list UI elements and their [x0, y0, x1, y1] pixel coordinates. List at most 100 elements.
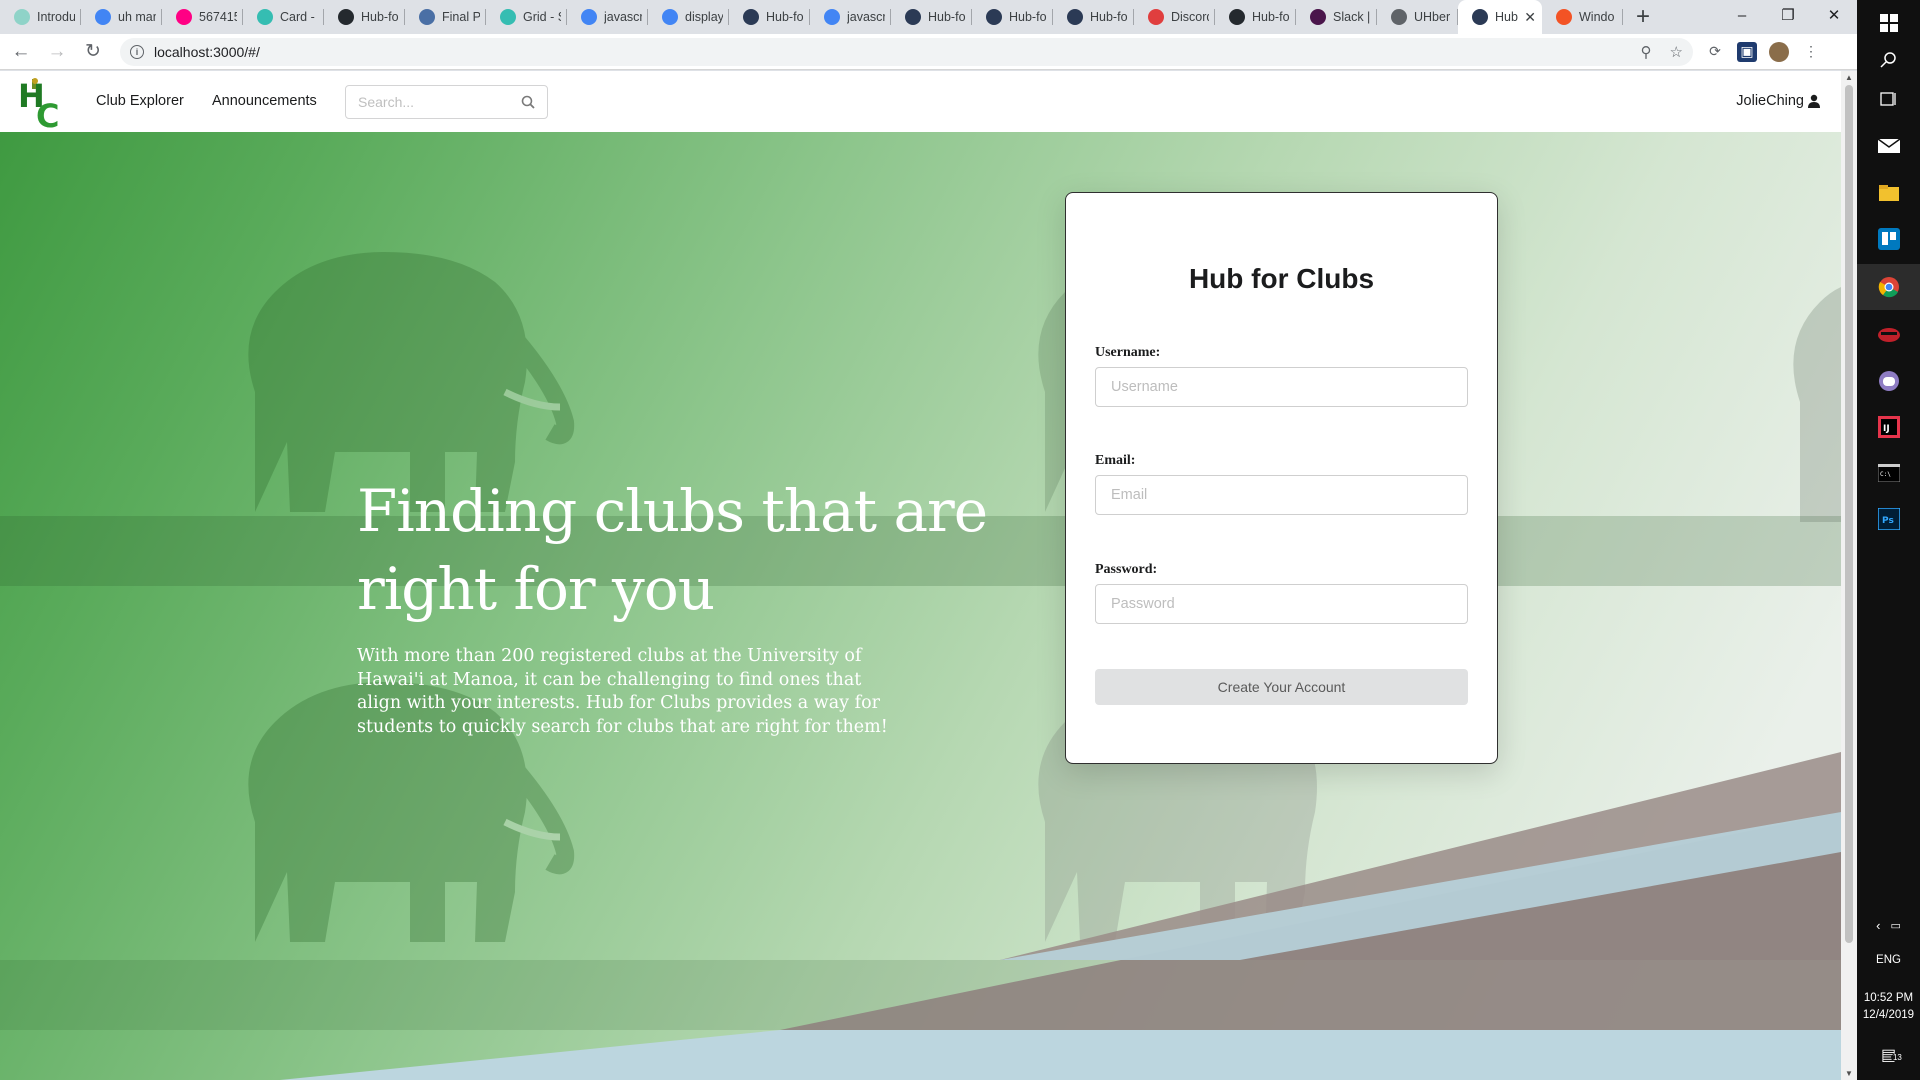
- chrome-icon[interactable]: [1857, 264, 1920, 310]
- email-field-label: Email:: [1095, 453, 1136, 468]
- minimize-icon[interactable]: –: [1719, 0, 1765, 30]
- url-text[interactable]: localhost:3000/#/: [154, 44, 260, 60]
- svg-text:C: C: [36, 97, 59, 129]
- nav-announcements[interactable]: Announcements: [212, 93, 317, 109]
- password-field-label: Password:: [1095, 562, 1158, 577]
- browser-tab[interactable]: Final Pr: [405, 0, 486, 34]
- file-explorer-icon[interactable]: [1857, 170, 1920, 216]
- info-icon[interactable]: i: [130, 44, 144, 59]
- windows-taskbar: IJ C:\ Ps ‹ ▭ ENG 10:52 PM 12/4/2019 ▤ 1…: [1857, 0, 1920, 1080]
- tab-label: Hub-for: [1009, 10, 1047, 24]
- sync-extension-icon[interactable]: ⟳: [1705, 42, 1725, 62]
- page-viewport: H C Club Explorer Announcements JolieChi…: [0, 71, 1841, 1080]
- browser-tab[interactable]: Discord: [1134, 0, 1215, 34]
- profile-avatar-icon[interactable]: [1769, 41, 1789, 62]
- password-field[interactable]: [1095, 584, 1468, 624]
- browser-tab[interactable]: Hub-for: [1215, 0, 1296, 34]
- window-controls: – ❐ ✕: [1719, 0, 1857, 30]
- browser-tab[interactable]: Hub-for: [891, 0, 972, 34]
- tab-label: javascri: [847, 10, 885, 24]
- clock-time[interactable]: 10:52 PM: [1857, 990, 1920, 1006]
- reload-icon[interactable]: ↻: [78, 37, 108, 67]
- browser-tab[interactable]: javascri: [567, 0, 648, 34]
- nav-club-explorer[interactable]: Club Explorer: [96, 93, 184, 109]
- photoshop-icon[interactable]: Ps: [1857, 496, 1920, 542]
- search-icon[interactable]: [521, 95, 535, 109]
- tab-label: Hub-for: [766, 10, 804, 24]
- document-icon: [419, 9, 435, 25]
- tab-label: Slack |: [1333, 10, 1371, 24]
- windows-icon: [1556, 9, 1572, 25]
- key-icon[interactable]: ⚲: [1641, 43, 1652, 61]
- slack-icon: [1310, 9, 1326, 25]
- meteor-icon: [905, 9, 921, 25]
- browser-tab[interactable]: 567415: [162, 0, 243, 34]
- browser-tab[interactable]: UHber: [1377, 0, 1458, 34]
- hub-for-clubs-logo[interactable]: H C: [18, 77, 66, 129]
- browser-tab[interactable]: Hub-for: [324, 0, 405, 34]
- username-field[interactable]: [1095, 367, 1468, 407]
- restore-icon[interactable]: ❐: [1765, 0, 1811, 30]
- task-view-icon[interactable]: [1857, 76, 1920, 122]
- meteor-icon: [743, 9, 759, 25]
- meteor-icon: [986, 9, 1002, 25]
- google-icon: [581, 9, 597, 25]
- browser-tab[interactable]: Card - S: [243, 0, 324, 34]
- tab-label: Discord: [1171, 10, 1209, 24]
- address-bar[interactable]: i localhost:3000/#/ ⚲ ☆: [120, 37, 1693, 66]
- browser-tab[interactable]: Slack |: [1296, 0, 1377, 34]
- close-tab-icon[interactable]: ✕: [1524, 9, 1536, 26]
- tab-label: Hub-for: [928, 10, 966, 24]
- tab-label: Card - S: [280, 10, 318, 24]
- hero-description: With more than 200 registered clubs at t…: [357, 646, 888, 737]
- discord-icon[interactable]: [1857, 358, 1920, 404]
- mail-icon[interactable]: [1857, 122, 1920, 168]
- browser-tab[interactable]: Grid - S: [486, 0, 567, 34]
- system-tray-expand-icon[interactable]: ‹ ▭: [1857, 910, 1920, 940]
- hero-headline: Finding clubs that are right for you: [357, 477, 988, 623]
- email-field[interactable]: [1095, 475, 1468, 515]
- forward-icon[interactable]: →: [42, 37, 72, 67]
- trello-icon[interactable]: [1857, 216, 1920, 262]
- game-app-icon[interactable]: [1857, 312, 1920, 358]
- svg-text:Ps: Ps: [1882, 516, 1894, 526]
- tab-label: Hub-for: [1252, 10, 1290, 24]
- language-indicator[interactable]: ENG: [1857, 952, 1920, 968]
- browser-tab[interactable]: Hub ✕: [1458, 0, 1542, 34]
- extension-icon[interactable]: ▣: [1737, 41, 1757, 62]
- google-icon: [662, 9, 678, 25]
- scroll-up-icon[interactable]: ▲: [1845, 73, 1853, 82]
- browser-tab[interactable]: Hub-for: [1053, 0, 1134, 34]
- clock-date[interactable]: 12/4/2019: [1857, 1007, 1920, 1023]
- search-input[interactable]: [358, 94, 518, 110]
- site-navbar: H C Club Explorer Announcements JolieChi…: [0, 71, 1841, 132]
- codepen-icon: [14, 9, 30, 25]
- battery-icon: ▭: [1890, 919, 1901, 932]
- page-scrollbar[interactable]: ▲ ▼: [1841, 71, 1857, 1080]
- new-tab-button[interactable]: +: [1623, 0, 1663, 34]
- intellij-icon[interactable]: IJ: [1857, 404, 1920, 450]
- meteor-icon: [1472, 9, 1488, 25]
- scroll-down-icon[interactable]: ▼: [1845, 1069, 1853, 1078]
- browser-tab[interactable]: javascri: [810, 0, 891, 34]
- tab-label: Final Pr: [442, 10, 480, 24]
- user-menu[interactable]: JolieChing: [1736, 93, 1821, 109]
- back-icon[interactable]: ←: [6, 37, 36, 67]
- meteor-icon: [1067, 9, 1083, 25]
- terminal-icon[interactable]: C:\: [1857, 450, 1920, 496]
- scrollbar-thumb[interactable]: [1845, 85, 1853, 943]
- bookmark-star-icon[interactable]: ☆: [1670, 43, 1683, 61]
- notification-center-icon[interactable]: ▤ 13: [1857, 1032, 1920, 1078]
- flickr-icon: [176, 9, 192, 25]
- browser-tab[interactable]: Windo: [1542, 0, 1623, 34]
- browser-tab[interactable]: Hub-for: [729, 0, 810, 34]
- menu-kebab-icon[interactable]: ⋮: [1801, 42, 1821, 62]
- browser-tab[interactable]: Hub-for: [972, 0, 1053, 34]
- browser-tab[interactable]: display: [648, 0, 729, 34]
- user-icon: [1808, 94, 1820, 108]
- browser-tab[interactable]: Introduc: [0, 0, 81, 34]
- svg-text:C:\: C:\: [1880, 471, 1891, 478]
- close-window-icon[interactable]: ✕: [1811, 0, 1857, 30]
- browser-tab[interactable]: uh man: [81, 0, 162, 34]
- create-account-button[interactable]: Create Your Account: [1095, 669, 1468, 705]
